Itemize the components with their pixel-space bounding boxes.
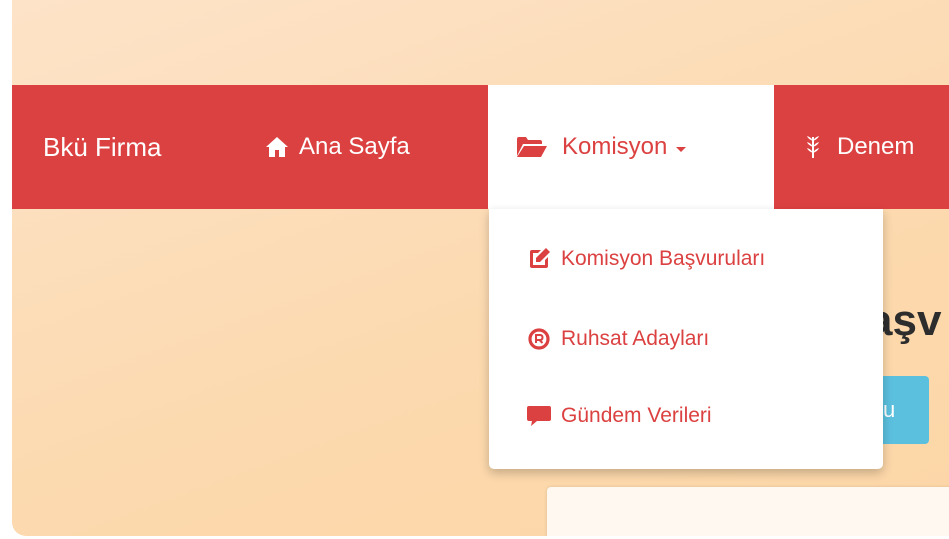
folder-open-icon xyxy=(516,136,548,158)
edit-icon xyxy=(517,247,561,271)
menu-item-ruhsat-adaylari[interactable]: Ruhsat Adayları xyxy=(489,313,883,365)
nav-item-home-label: Ana Sayfa xyxy=(299,133,410,160)
comment-icon xyxy=(517,404,561,428)
nav-item-deneme-label: Denem xyxy=(837,133,915,160)
nav-item-komisyon[interactable]: Komisyon xyxy=(488,85,774,209)
nav-item-home[interactable]: Ana Sayfa xyxy=(265,85,410,209)
menu-item-komisyon-basvurulari[interactable]: Komisyon Başvuruları xyxy=(489,233,883,285)
nav-item-deneme[interactable]: Denem xyxy=(805,85,914,209)
nav-item-komisyon-label: Komisyon xyxy=(562,133,668,160)
menu-item-gundem-verileri-label: Gündem Verileri xyxy=(561,404,712,427)
chevron-down-icon xyxy=(676,146,687,152)
app-window: aşv u Bkü Firma Ana Sayfa Komisyon Denem… xyxy=(12,0,949,536)
komisyon-dropdown-menu: Komisyon Başvuruları Ruhsat Adayları Gün… xyxy=(489,209,883,469)
navbar: Bkü Firma Ana Sayfa Komisyon Denem xyxy=(12,85,949,209)
content-panel xyxy=(547,487,949,536)
menu-item-ruhsat-adaylari-label: Ruhsat Adayları xyxy=(561,327,710,350)
menu-item-komisyon-basvurulari-label: Komisyon Başvuruları xyxy=(561,247,766,270)
wheat-icon xyxy=(805,135,821,159)
brand-link[interactable]: Bkü Firma xyxy=(43,85,161,209)
home-icon xyxy=(265,136,289,158)
menu-item-gundem-verileri[interactable]: Gündem Verileri xyxy=(489,390,883,442)
registered-icon xyxy=(517,328,561,350)
